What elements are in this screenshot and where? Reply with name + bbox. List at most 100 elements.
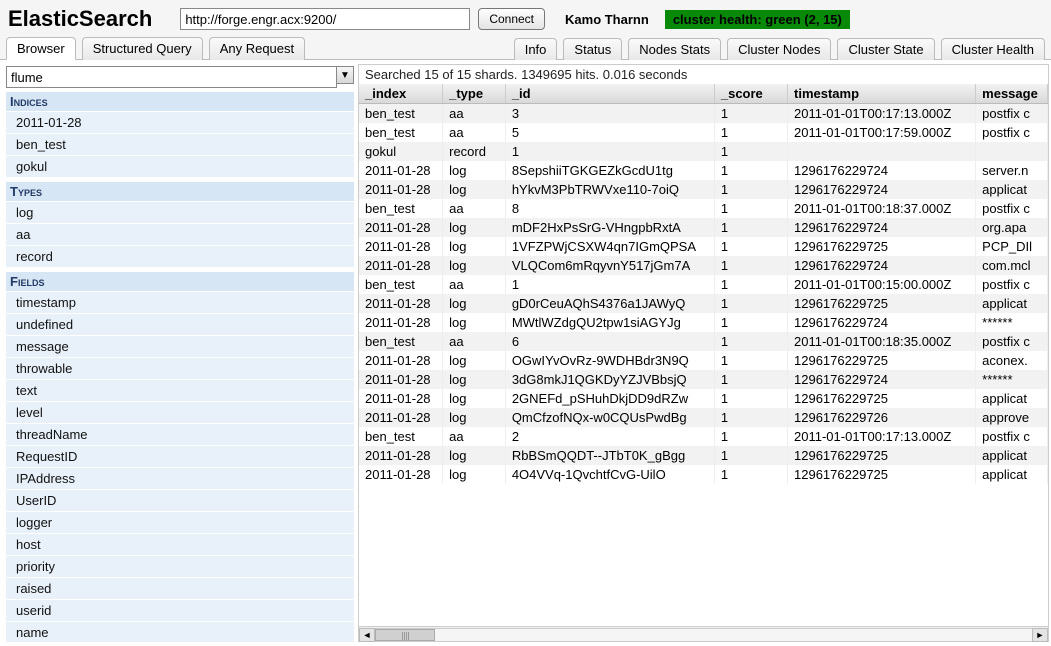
column-header[interactable]: _type xyxy=(443,84,506,104)
horizontal-scrollbar[interactable]: ◄ ► xyxy=(359,626,1048,642)
sidebar-item[interactable]: aa xyxy=(6,224,354,246)
column-header[interactable]: timestamp xyxy=(788,84,976,104)
cell: 1296176229725 xyxy=(788,465,976,484)
cell: aa xyxy=(443,427,506,446)
cell: postfix c xyxy=(976,199,1048,218)
table-row[interactable]: 2011-01-28logmDF2HxPsSrG-VHngpbRxtA11296… xyxy=(359,218,1048,237)
sidebar-item[interactable]: gokul xyxy=(6,156,354,178)
cell: aa xyxy=(443,199,506,218)
sidebar-item[interactable]: host xyxy=(6,534,354,556)
index-select[interactable]: flume xyxy=(6,66,337,88)
scroll-left-arrow[interactable]: ◄ xyxy=(359,628,375,642)
tab-any-request[interactable]: Any Request xyxy=(209,37,305,60)
cell: postfix c xyxy=(976,332,1048,351)
sidebar-item[interactable]: name xyxy=(6,622,354,642)
cell: 2011-01-01T00:15:00.000Z xyxy=(788,275,976,294)
sidebar-item[interactable]: RequestID xyxy=(6,446,354,468)
cell xyxy=(788,142,976,161)
cell: 8 xyxy=(505,199,714,218)
cell: 2011-01-28 xyxy=(359,446,443,465)
sidebar-item[interactable]: logger xyxy=(6,512,354,534)
cell xyxy=(976,142,1048,161)
scroll-right-arrow[interactable]: ► xyxy=(1032,628,1048,642)
table-row[interactable]: ben_testaa612011-01-01T00:18:35.000Zpost… xyxy=(359,332,1048,351)
column-header[interactable]: message xyxy=(976,84,1048,104)
table-row[interactable]: 2011-01-28log2GNEFd_pSHuhDkjDD9dRZw11296… xyxy=(359,389,1048,408)
cell: 1 xyxy=(714,351,787,370)
tab-nodes-stats[interactable]: Nodes Stats xyxy=(628,38,721,60)
table-row[interactable]: ben_testaa312011-01-01T00:17:13.000Zpost… xyxy=(359,104,1048,124)
column-header[interactable]: _index xyxy=(359,84,443,104)
cell: postfix c xyxy=(976,123,1048,142)
sidebar-item[interactable]: throwable xyxy=(6,358,354,380)
cell: 6 xyxy=(505,332,714,351)
section-head-types: Types xyxy=(6,182,354,202)
sidebar-item[interactable]: priority xyxy=(6,556,354,578)
sidebar-item[interactable]: ben_test xyxy=(6,134,354,156)
connect-button[interactable]: Connect xyxy=(478,8,545,30)
cell: applicat xyxy=(976,180,1048,199)
table-row[interactable]: 2011-01-28logVLQCom6mRqyvnY517jGm7A11296… xyxy=(359,256,1048,275)
table-row[interactable]: 2011-01-28logQmCfzofNQx-w0CQUsPwdBg11296… xyxy=(359,408,1048,427)
sidebar-item[interactable]: UserID xyxy=(6,490,354,512)
tab-status[interactable]: Status xyxy=(563,38,622,60)
table-row[interactable]: ben_testaa512011-01-01T00:17:59.000Zpost… xyxy=(359,123,1048,142)
table-row[interactable]: 2011-01-28logOGwIYvOvRz-9WDHBdr3N9Q11296… xyxy=(359,351,1048,370)
sidebar-item[interactable]: IPAddress xyxy=(6,468,354,490)
table-row[interactable]: gokulrecord11 xyxy=(359,142,1048,161)
results-grid[interactable]: _index_type_id_scoretimestampmessage ben… xyxy=(359,84,1048,626)
search-status: Searched 15 of 15 shards. 1349695 hits. … xyxy=(359,65,1048,84)
sidebar-item[interactable]: text xyxy=(6,380,354,402)
table-row[interactable]: 2011-01-28log1VFZPWjCSXW4qn7IGmQPSA11296… xyxy=(359,237,1048,256)
column-header[interactable]: _score xyxy=(714,84,787,104)
column-header[interactable]: _id xyxy=(505,84,714,104)
sidebar-item[interactable]: level xyxy=(6,402,354,424)
cell: 2011-01-28 xyxy=(359,313,443,332)
cell: OGwIYvOvRz-9WDHBdr3N9Q xyxy=(505,351,714,370)
cell: 1 xyxy=(714,275,787,294)
cell: applicat xyxy=(976,389,1048,408)
cell: 2011-01-28 xyxy=(359,237,443,256)
tab-structured-query[interactable]: Structured Query xyxy=(82,37,203,60)
cluster-url-input[interactable] xyxy=(180,8,470,30)
table-row[interactable]: 2011-01-28log8SepshiiTGKGEZkGcdU1tg11296… xyxy=(359,161,1048,180)
cell: 1VFZPWjCSXW4qn7IGmQPSA xyxy=(505,237,714,256)
table-row[interactable]: 2011-01-28log4O4VVq-1QvchtfCvG-UilO11296… xyxy=(359,465,1048,484)
sidebar-item[interactable]: timestamp xyxy=(6,292,354,314)
cell: log xyxy=(443,180,506,199)
tab-cluster-nodes[interactable]: Cluster Nodes xyxy=(727,38,831,60)
sidebar-item[interactable]: threadName xyxy=(6,424,354,446)
scroll-track[interactable] xyxy=(375,628,1032,642)
table-row[interactable]: 2011-01-28log3dG8mkJ1QGKDyYZJVBbsjQ11296… xyxy=(359,370,1048,389)
tab-cluster-health[interactable]: Cluster Health xyxy=(941,38,1045,60)
table-row[interactable]: ben_testaa212011-01-01T00:17:13.000Zpost… xyxy=(359,427,1048,446)
table-row[interactable]: 2011-01-28loghYkvM3PbTRWVxe110-7oiQ11296… xyxy=(359,180,1048,199)
table-row[interactable]: 2011-01-28logRbBSmQQDT--JTbT0K_gBgg11296… xyxy=(359,446,1048,465)
table-row[interactable]: 2011-01-28logMWtlWZdgQU2tpw1siAGYJg11296… xyxy=(359,313,1048,332)
index-select-toggle[interactable]: ▼ xyxy=(336,66,354,84)
cell: applicat xyxy=(976,446,1048,465)
tab-browser[interactable]: Browser xyxy=(6,37,76,60)
table-row[interactable]: 2011-01-28loggD0rCeuAQhS4376a1JAWyQ11296… xyxy=(359,294,1048,313)
cell: postfix c xyxy=(976,104,1048,124)
scroll-thumb[interactable] xyxy=(375,629,435,641)
cell: 2 xyxy=(505,427,714,446)
sidebar-item[interactable]: log xyxy=(6,202,354,224)
table-row[interactable]: ben_testaa812011-01-01T00:18:37.000Zpost… xyxy=(359,199,1048,218)
sidebar-item[interactable]: userid xyxy=(6,600,354,622)
cell: 3 xyxy=(505,104,714,124)
sidebar-item[interactable]: undefined xyxy=(6,314,354,336)
sidebar-item[interactable]: 2011-01-28 xyxy=(6,112,354,134)
sidebar-item[interactable]: message xyxy=(6,336,354,358)
tab-info[interactable]: Info xyxy=(514,38,558,60)
sidebar-item[interactable]: raised xyxy=(6,578,354,600)
sidebar-item[interactable]: record xyxy=(6,246,354,268)
table-row[interactable]: ben_testaa112011-01-01T00:15:00.000Zpost… xyxy=(359,275,1048,294)
cell: log xyxy=(443,465,506,484)
cell: ben_test xyxy=(359,199,443,218)
cell: 1 xyxy=(714,123,787,142)
cell: 2011-01-28 xyxy=(359,389,443,408)
cell: ****** xyxy=(976,370,1048,389)
cell: 1296176229724 xyxy=(788,313,976,332)
tab-cluster-state[interactable]: Cluster State xyxy=(837,38,934,60)
